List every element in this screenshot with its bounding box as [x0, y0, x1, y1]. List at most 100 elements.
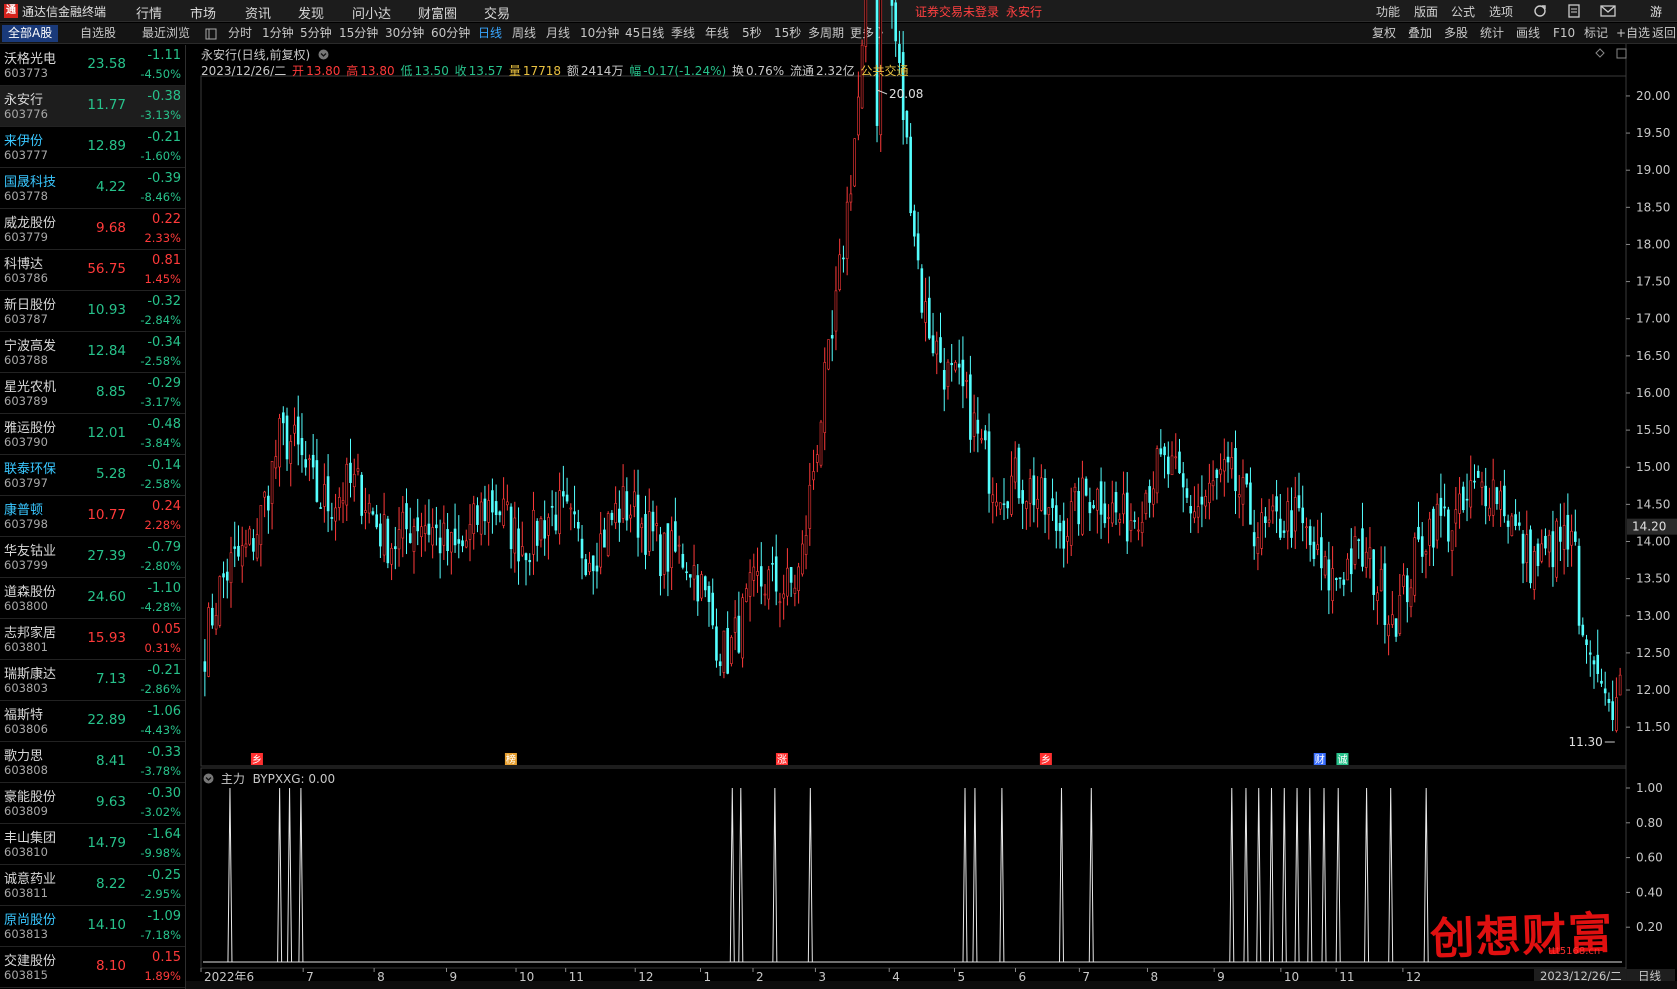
- candle-body: [218, 576, 222, 626]
- event-marker-label: 诚: [1337, 754, 1347, 766]
- candle-body: [1163, 446, 1166, 456]
- candle-body: [898, 44, 901, 64]
- y-tick-label: 16.00: [1636, 386, 1670, 400]
- chevron-down-icon[interactable]: [318, 49, 329, 60]
- candle-body: [1002, 503, 1006, 505]
- sector-label[interactable]: 公共交通: [861, 64, 909, 78]
- close-label: 收: [454, 64, 467, 78]
- y-tick-label: 13.00: [1636, 609, 1670, 623]
- candle-body: [677, 544, 681, 547]
- candle-body: [995, 501, 998, 507]
- candle-body: [509, 506, 513, 550]
- candle-body: [1032, 475, 1036, 506]
- candle-body: [771, 563, 774, 565]
- candle-body: [506, 501, 509, 506]
- candle-body: [229, 552, 233, 584]
- sub-indicator-header: 主力 BYPXXG: 0.00: [203, 770, 335, 787]
- candle-body: [689, 574, 692, 578]
- candle-body: [1454, 509, 1458, 524]
- candle-body: [606, 513, 610, 556]
- candle-body: [1267, 519, 1271, 523]
- candle-body: [356, 468, 360, 472]
- candle-body: [584, 559, 588, 576]
- main-chart-frame: [200, 75, 1627, 767]
- candle-body: [610, 512, 614, 520]
- event-marker-label: 乡: [252, 754, 262, 766]
- candle-body: [629, 514, 632, 519]
- kline-chart[interactable]: 20.00 19.50 19.00 18.50 18.00 17.50 17.00 16.50…: [0, 0, 1677, 989]
- candle-body: [438, 537, 442, 554]
- candle-body: [793, 587, 797, 594]
- candle-body: [300, 438, 304, 456]
- candle-body: [535, 520, 539, 546]
- candle-body: [920, 268, 924, 313]
- candle-body: [621, 486, 625, 519]
- candle-body: [1349, 548, 1353, 575]
- y-tick-label: 17.50: [1636, 275, 1670, 289]
- sub-signal-spike: [1388, 787, 1394, 963]
- candle-body: [1510, 515, 1514, 536]
- candle-body: [1204, 496, 1207, 507]
- candle-body: [1461, 486, 1465, 511]
- candle-body: [528, 560, 532, 563]
- candle-body: [1028, 478, 1032, 504]
- candle-body: [1181, 473, 1185, 488]
- candle-body: [1252, 532, 1256, 547]
- candle-body: [1383, 563, 1387, 625]
- candle-body: [1544, 535, 1547, 549]
- candle-body: [349, 462, 352, 483]
- sub-signal-spike: [1243, 787, 1249, 963]
- y-tick-label: 19.00: [1636, 163, 1670, 177]
- candle-body: [1308, 526, 1312, 546]
- candle-body: [733, 617, 737, 633]
- candle-body: [1379, 568, 1383, 592]
- candle-body: [420, 526, 423, 538]
- candle-body: [1480, 481, 1484, 488]
- candle-body: [1010, 475, 1013, 515]
- candle-body: [625, 491, 629, 521]
- candle-body: [905, 111, 909, 138]
- candle-body: [662, 532, 666, 575]
- candle-body: [1495, 487, 1499, 504]
- y-tick-label: 16.50: [1636, 349, 1670, 363]
- candle-body: [984, 430, 987, 441]
- candle-body: [457, 539, 461, 544]
- candle-body: [1372, 549, 1375, 595]
- candle-body: [453, 528, 457, 546]
- candle-body: [741, 597, 744, 659]
- candle-body: [647, 511, 651, 552]
- candle-body: [1234, 448, 1237, 492]
- y-tick-label: 20.00: [1636, 89, 1670, 103]
- candle-body: [815, 454, 819, 463]
- candle-body: [1159, 448, 1163, 455]
- sub-signal-spike: [287, 787, 293, 963]
- candle-body: [1353, 536, 1357, 565]
- candle-body: [1402, 574, 1405, 587]
- high-value: 13.80: [360, 64, 395, 78]
- high-label: 高: [346, 64, 359, 78]
- candle-body: [1514, 514, 1517, 526]
- candle-body: [576, 522, 580, 529]
- y-tick-label: 12.00: [1636, 683, 1670, 697]
- candle-body: [1245, 473, 1249, 485]
- candle-body: [412, 526, 416, 552]
- candle-body: [1107, 517, 1110, 519]
- watermark-url: ttt5168.cn: [1548, 946, 1601, 957]
- candle-body: [1110, 502, 1114, 524]
- candle-body: [748, 572, 752, 597]
- candle-body: [659, 534, 662, 577]
- candle-body: [270, 461, 274, 504]
- chevron-down-icon[interactable]: [203, 773, 214, 784]
- candle-body: [375, 514, 378, 528]
- sub-signal-spike: [1307, 787, 1313, 963]
- candle-body: [1450, 530, 1454, 551]
- candle-body: [931, 335, 935, 354]
- sub-y-tick-label: 1.00: [1636, 781, 1663, 795]
- candle-body: [1405, 575, 1409, 603]
- candle-body: [569, 507, 573, 510]
- candle-body: [1249, 482, 1252, 525]
- sub-signal-spike: [1281, 787, 1287, 963]
- sub-signal-spike: [1364, 787, 1370, 963]
- candle-body: [345, 463, 349, 506]
- candle-body: [838, 254, 841, 290]
